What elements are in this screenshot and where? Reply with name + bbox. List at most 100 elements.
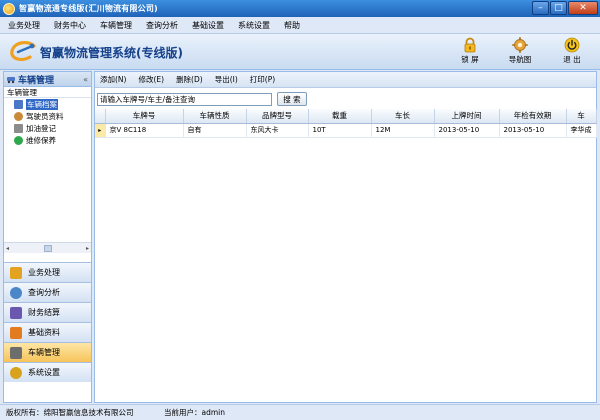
nav-business[interactable]: 业务处理: [4, 262, 91, 282]
delete-button[interactable]: 删除(D): [176, 74, 203, 85]
tree-item-label: 车辆档案: [26, 98, 58, 110]
menu-finance[interactable]: 财务中心: [54, 20, 86, 31]
tree-item-fuel-record[interactable]: 加油登记: [4, 122, 91, 134]
vehicle-icon: [7, 77, 15, 84]
tree-root[interactable]: 车辆管理: [4, 87, 91, 98]
table-cell[interactable]: 10T: [308, 123, 372, 138]
tree-item-driver-info[interactable]: 驾驶员资料: [4, 110, 91, 122]
menu-vehicle[interactable]: 车辆管理: [100, 20, 132, 31]
navigation-map-button[interactable]: 导航图: [500, 37, 540, 69]
column-header[interactable]: 年检有效期: [499, 109, 567, 124]
app-icon: [3, 2, 15, 15]
status-bar: 版权所有：绵阳智赢信息技术有限公司 当前用户：admin: [0, 404, 600, 420]
row-indicator-icon: ▸: [95, 123, 106, 138]
table-cell[interactable]: 自有: [183, 123, 247, 138]
column-header[interactable]: 上牌时间: [434, 109, 500, 124]
menu-basic-settings[interactable]: 基础设置: [192, 20, 224, 31]
finance-icon: [10, 306, 22, 319]
tree-item-maintenance[interactable]: 维修保养: [4, 134, 91, 146]
left-panel: 车辆管理 « 车辆管理 车辆档案 驾驶员资料 加油登记 维修保养 ◂ ▸ 业务处…: [3, 71, 92, 403]
magnifier-icon: [10, 286, 22, 299]
toolbar: 添加(N) 修改(E) 删除(D) 导出(I) 打印(P): [95, 72, 596, 88]
nav-query[interactable]: 查询分析: [4, 282, 91, 302]
table-cell[interactable]: 东风大卡: [246, 123, 309, 138]
table-cell[interactable]: 李华成: [566, 123, 597, 138]
table-cell[interactable]: 12M: [371, 123, 435, 138]
column-header[interactable]: 车牌号: [105, 109, 184, 124]
table-header-row: 车牌号 车辆性质 品牌型号 载重 车长 上牌时间 年检有效期 车: [95, 109, 597, 124]
column-header[interactable]: 车长: [371, 109, 435, 124]
power-icon: [564, 37, 580, 53]
tree-item-vehicle-file[interactable]: 车辆档案: [4, 98, 91, 110]
app-header: 智赢物流管理系统(专线版) 锁 屏 导航图 退 出: [0, 34, 600, 70]
left-panel-title: 车辆管理: [18, 75, 55, 86]
driver-icon: [14, 111, 23, 121]
main-panel: 添加(N) 修改(E) 删除(D) 导出(I) 打印(P) 搜 索 车牌号 车辆…: [94, 71, 597, 403]
vehicle-icon: [10, 346, 22, 359]
basic-data-icon: [10, 326, 22, 339]
tree-item-label: 驾驶员资料: [26, 111, 64, 121]
navigation-map-icon: [512, 37, 528, 53]
nav-label: 车辆管理: [28, 348, 60, 357]
scroll-right-icon[interactable]: ▸: [86, 245, 89, 252]
table-cell[interactable]: 2013-05-10: [499, 123, 567, 138]
search-row: 搜 索: [97, 92, 307, 106]
scroll-thumb[interactable]: [43, 244, 52, 252]
minimize-button[interactable]: –: [532, 1, 549, 15]
exit-label: 退 出: [563, 55, 581, 64]
menu-query[interactable]: 查询分析: [146, 20, 178, 31]
vehicle-file-icon: [14, 99, 23, 109]
navigation-map-label: 导航图: [508, 55, 532, 64]
nav-system-settings[interactable]: 系统设置: [4, 362, 91, 382]
menu-help[interactable]: 帮助: [284, 20, 300, 31]
nav-label: 业务处理: [28, 268, 60, 277]
business-icon: [10, 266, 22, 279]
lock-icon: [464, 37, 476, 53]
title-bar: 智赢物流通专线版(汇川物流有限公司) – □ ✕: [0, 0, 600, 17]
exit-button[interactable]: 退 出: [552, 37, 592, 69]
window-controls: – □ ✕: [532, 1, 598, 15]
nav-vehicle[interactable]: 车辆管理: [4, 342, 91, 362]
menu-system-settings[interactable]: 系统设置: [238, 20, 270, 31]
table-cell[interactable]: 2013-05-10: [434, 123, 500, 138]
add-button[interactable]: 添加(N): [100, 74, 126, 85]
nav-label: 财务结算: [28, 308, 60, 317]
close-button[interactable]: ✕: [568, 1, 598, 15]
nav-label: 查询分析: [28, 288, 60, 297]
nav-label: 基础资料: [28, 328, 60, 337]
collapse-icon[interactable]: «: [83, 75, 88, 84]
search-input[interactable]: [97, 92, 272, 106]
lock-screen-button[interactable]: 锁 屏: [450, 37, 490, 69]
current-user-text: 当前用户：admin: [164, 408, 225, 417]
nav-label: 系统设置: [28, 368, 60, 377]
export-button[interactable]: 导出(I): [215, 74, 238, 85]
fuel-icon: [14, 123, 23, 133]
edit-button[interactable]: 修改(E): [138, 74, 164, 85]
menu-bar: 业务处理 财务中心 车辆管理 查询分析 基础设置 系统设置 帮助: [0, 17, 600, 34]
copyright-text: 版权所有：绵阳智赢信息技术有限公司: [6, 408, 134, 417]
nav-finance[interactable]: 财务结算: [4, 302, 91, 322]
print-button[interactable]: 打印(P): [250, 74, 275, 85]
check-circle-icon: [14, 135, 23, 145]
column-header: [95, 109, 106, 124]
column-header[interactable]: 品牌型号: [246, 109, 309, 124]
left-panel-header: 车辆管理 «: [4, 72, 91, 87]
table-row[interactable]: ▸ 京V 8C118 自有 东风大卡 10T 12M 2013-05-10 20…: [95, 123, 597, 138]
search-button[interactable]: 搜 索: [277, 92, 307, 106]
column-header[interactable]: 车辆性质: [183, 109, 247, 124]
logo-icon: [10, 40, 36, 62]
gear-icon: [10, 366, 22, 379]
window-title: 智赢物流通专线版(汇川物流有限公司): [19, 4, 158, 13]
horizontal-scrollbar[interactable]: ◂ ▸: [4, 242, 91, 253]
vehicle-table: 车牌号 车辆性质 品牌型号 载重 车长 上牌时间 年检有效期 车 ▸ 京V 8C…: [95, 109, 597, 138]
tree-item-label: 加油登记: [26, 123, 56, 133]
brand-title: 智赢物流管理系统(专线版): [40, 46, 183, 60]
lock-screen-label: 锁 屏: [461, 55, 479, 64]
scroll-left-icon[interactable]: ◂: [6, 245, 9, 252]
table-cell[interactable]: 京V 8C118: [105, 123, 184, 138]
column-header[interactable]: 载重: [308, 109, 372, 124]
menu-business[interactable]: 业务处理: [8, 20, 40, 31]
maximize-button[interactable]: □: [550, 1, 567, 15]
column-header[interactable]: 车: [566, 109, 597, 124]
nav-basic-data[interactable]: 基础资料: [4, 322, 91, 342]
